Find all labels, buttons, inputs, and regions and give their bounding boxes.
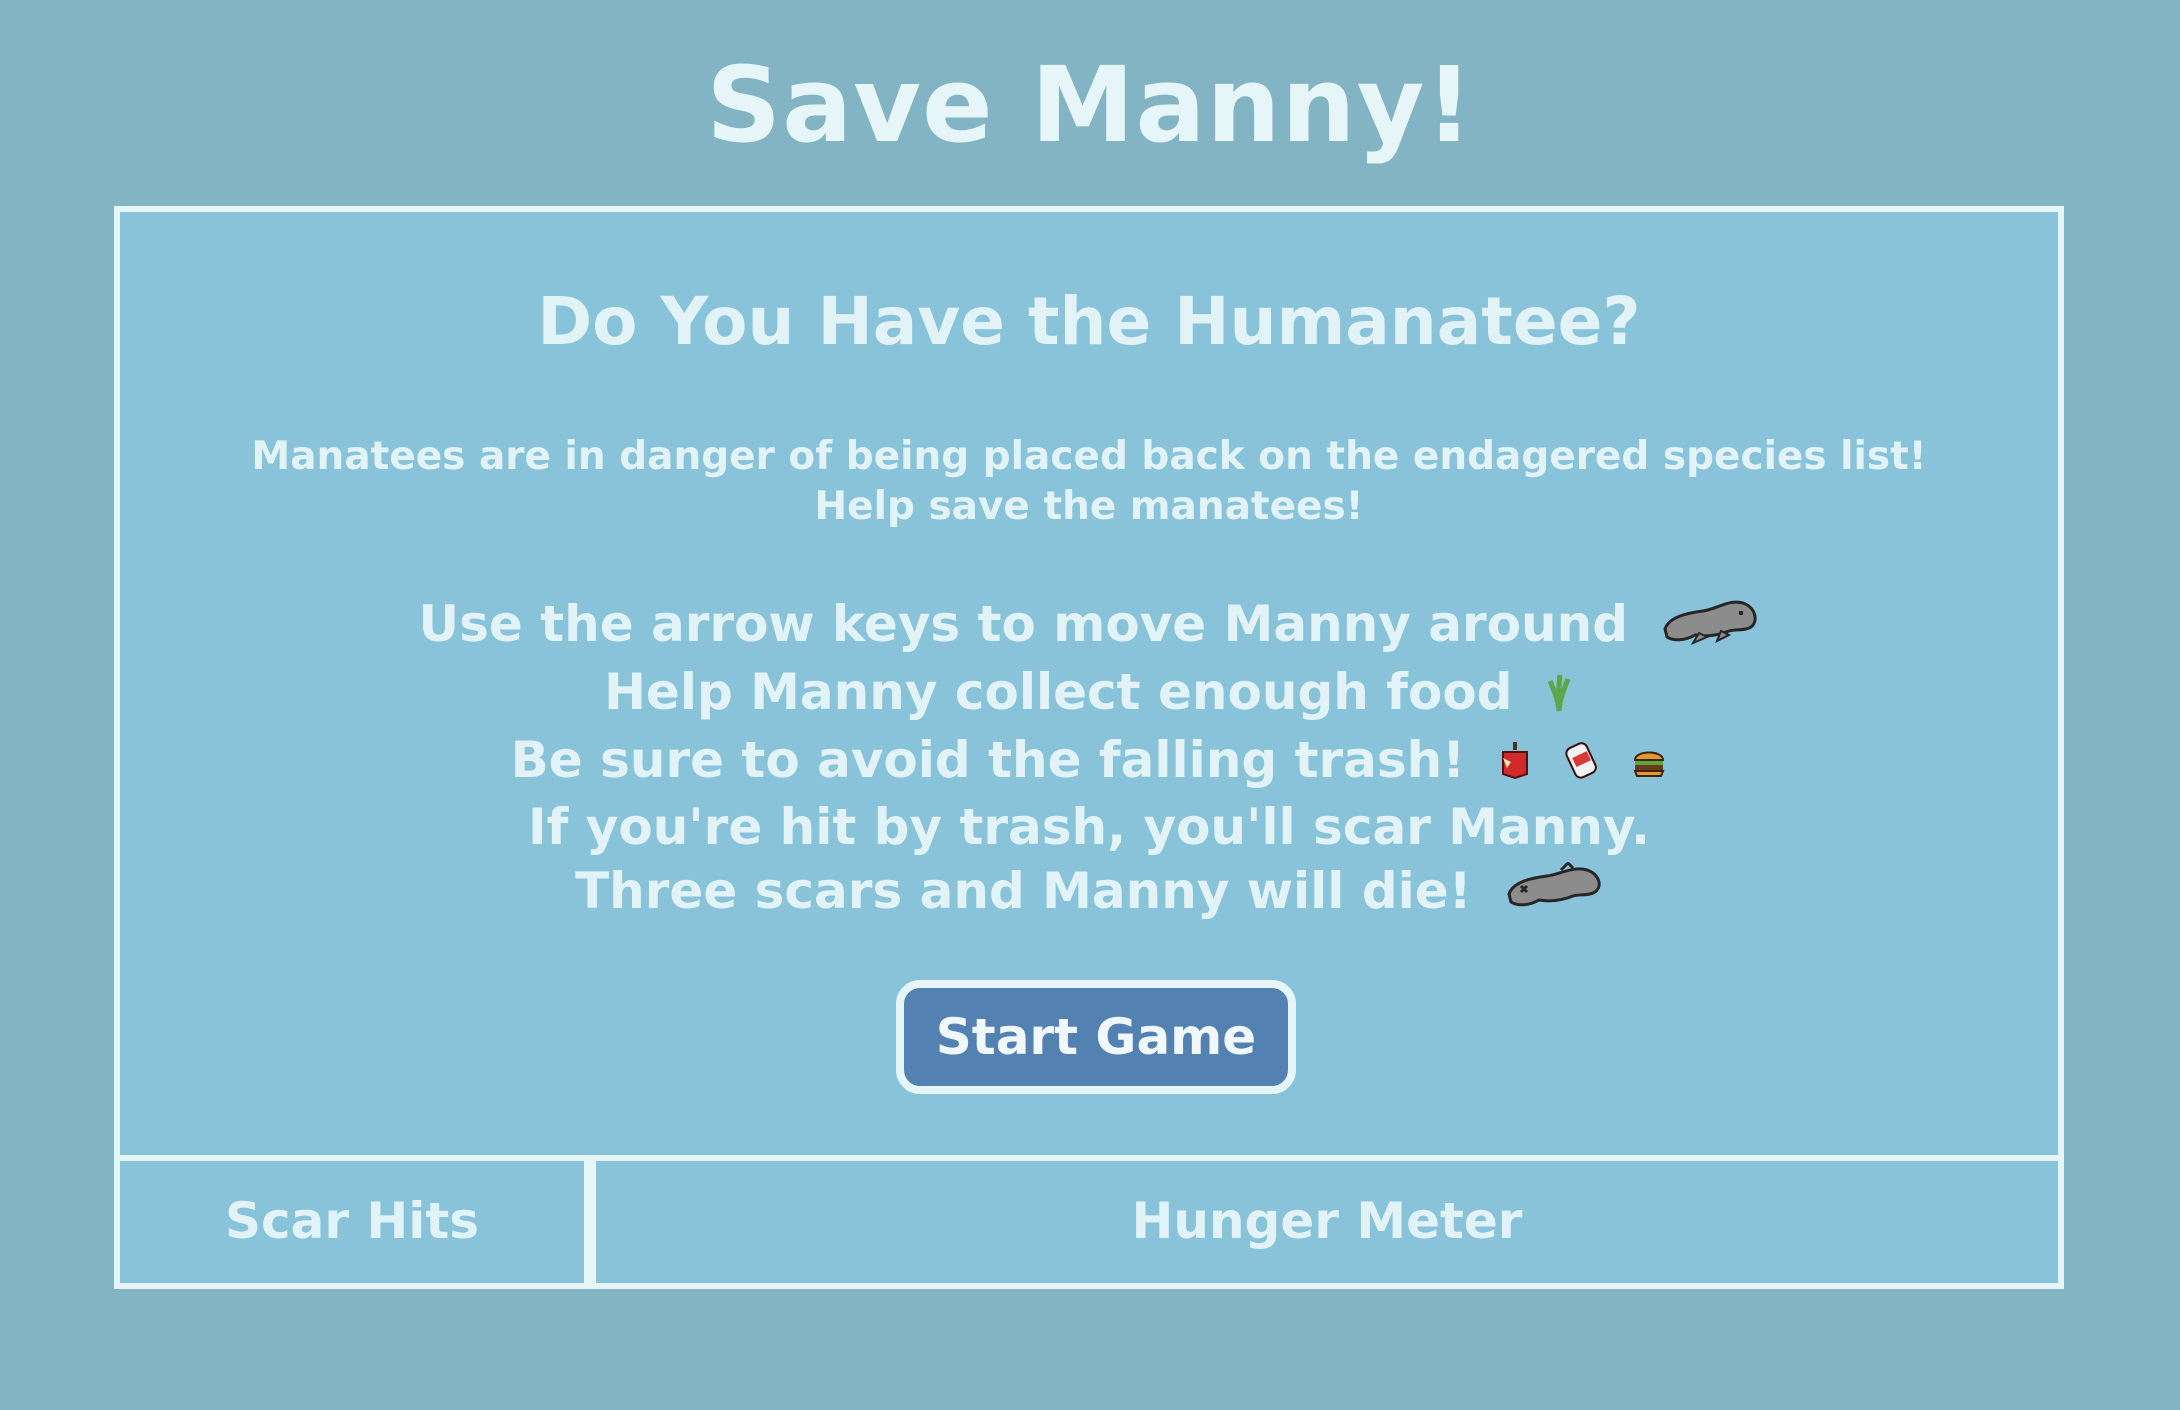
- intro-panel: Do You Have the Humanatee? Manatees are …: [120, 212, 2058, 1155]
- instruction-text: If you're hit by trash, you'll scar Mann…: [528, 798, 1650, 856]
- apple-core-icon: [1497, 731, 1533, 795]
- instruction-line: Help Manny collect enough food: [120, 660, 2058, 728]
- hunger-meter-panel: Hunger Meter: [596, 1161, 2058, 1283]
- instruction-line: Three scars and Manny will die!: [120, 859, 2058, 927]
- instruction-text: Use the arrow keys to move Manny around: [418, 595, 1629, 653]
- instruction-text: Three scars and Manny will die!: [575, 862, 1472, 920]
- scar-hits-label: Scar Hits: [224, 1192, 480, 1250]
- instruction-line: If you're hit by trash, you'll scar Mann…: [120, 795, 2058, 859]
- instruction-text: Help Manny collect enough food: [604, 663, 1513, 721]
- instruction-text: Be sure to avoid the falling trash!: [510, 730, 1466, 789]
- game-frame: Do You Have the Humanatee? Manatees are …: [114, 206, 2064, 1289]
- soda-can-icon: [1564, 731, 1600, 795]
- instruction-line: Be sure to avoid the falling trash!: [120, 728, 2058, 796]
- hunger-meter-label: Hunger Meter: [1131, 1192, 1523, 1250]
- blurb-line: Help save the manatees!: [814, 484, 1364, 529]
- blurb-line: Manatees are in danger of being placed b…: [251, 434, 1927, 479]
- instructions: Use the arrow keys to move Manny around …: [120, 592, 2058, 927]
- instruction-line: Use the arrow keys to move Manny around: [120, 592, 2058, 660]
- dead-manatee-icon: [1503, 860, 1603, 927]
- intro-heading: Do You Have the Humanatee?: [537, 283, 1641, 360]
- scar-hits-panel: Scar Hits: [120, 1161, 596, 1283]
- manatee-icon: [1659, 595, 1759, 660]
- intro-blurb: Manatees are in danger of being placed b…: [120, 432, 2058, 532]
- start-game-button[interactable]: Start Game: [896, 980, 1296, 1094]
- burger-icon: [1631, 731, 1667, 795]
- status-bar: Scar Hits Hunger Meter: [120, 1155, 2058, 1283]
- page-title: Save Manny!: [706, 44, 1474, 166]
- seagrass-icon: [1544, 664, 1574, 728]
